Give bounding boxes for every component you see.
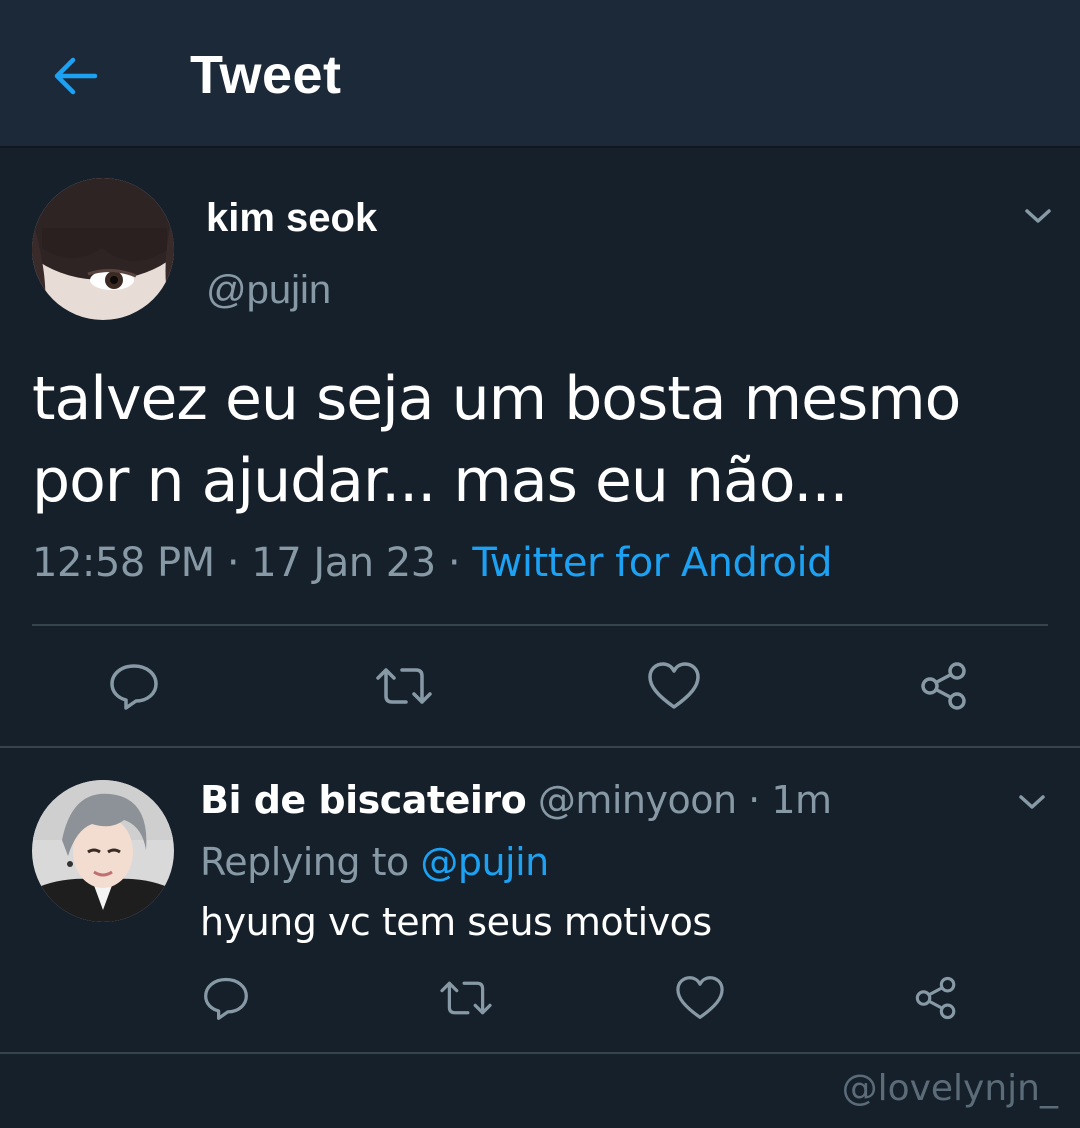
like-button[interactable] [668,966,732,1030]
watermark: @lovelynjn_ [841,1068,1058,1109]
reply-author-name[interactable]: Bi de biscateiro [200,778,527,822]
retweet-icon [440,981,492,1015]
reply-button[interactable] [194,966,258,1030]
chevron-down-icon [1025,209,1051,223]
meta-separator: · [226,540,240,586]
share-button[interactable] [904,966,968,1030]
divider [32,624,1048,626]
top-app-bar: Tweet [0,0,1080,148]
author-name[interactable]: kim seok [206,196,377,241]
author-handle[interactable]: @pujin [206,268,331,313]
replying-to-line: Replying to @pujin [200,840,549,884]
tweet-menu-button[interactable] [1016,194,1060,238]
reply-icon [204,977,248,1020]
tweet-time: 12:58 PM [32,540,215,586]
retweet-icon [376,668,432,704]
share-icon [915,976,956,1020]
like-icon [648,662,700,709]
like-button[interactable] [642,654,706,718]
avatar[interactable] [32,780,174,922]
retweet-button[interactable] [434,966,498,1030]
share-icon [921,662,966,710]
tweet-text: talvez eu seja um bosta mesmo por n ajud… [32,364,961,516]
tweet-meta: 12:58 PM · 17 Jan 23 · Twitter for Andro… [32,540,832,586]
meta-separator: · [748,778,760,822]
divider [0,746,1080,748]
share-button[interactable] [912,654,976,718]
reply-author-handle[interactable]: @minyoon [538,778,737,822]
reply-icon [110,664,158,710]
back-button[interactable] [44,46,104,106]
tweet-source-link[interactable]: Twitter for Android [472,540,832,586]
divider [0,1052,1080,1054]
reply-menu-button[interactable] [1010,780,1054,824]
avatar[interactable] [32,178,174,320]
retweet-button[interactable] [372,654,436,718]
reply-button[interactable] [102,654,166,718]
like-icon [676,976,724,1019]
meta-separator: · [447,540,461,586]
replying-to-link[interactable]: @pujin [420,840,549,884]
reply-text: hyung vc tem seus motivos [200,900,712,944]
reply-header: Bi de biscateiro @minyoon · 1m [200,778,832,822]
arrow-left-icon [54,57,97,95]
tweet-date: 17 Jan 23 [251,540,436,586]
chevron-down-icon [1019,795,1045,809]
replying-to-label: Replying to [200,840,409,884]
page-title: Tweet [190,45,342,105]
reply-time: 1m [771,778,832,822]
